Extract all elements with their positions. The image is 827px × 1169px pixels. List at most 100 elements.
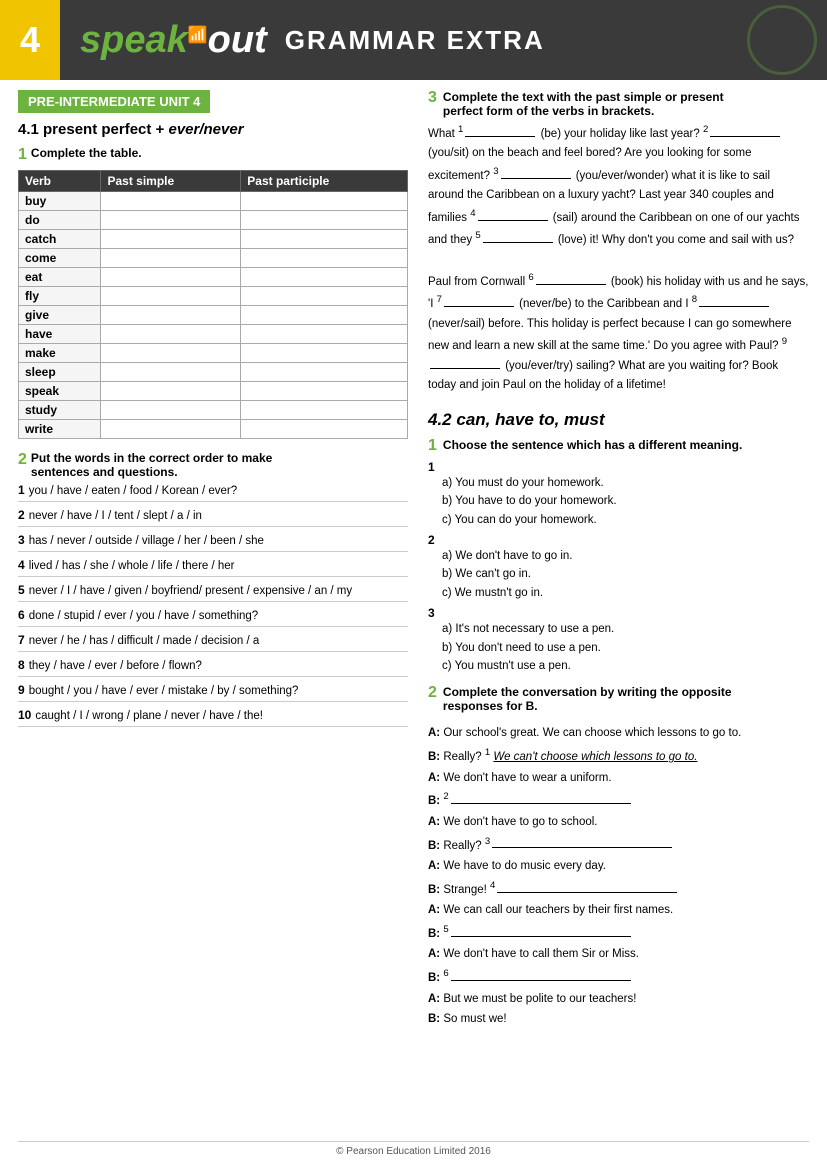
table-row: come bbox=[19, 249, 408, 268]
exercise-2-block: 2 Put the words in the correct order to … bbox=[18, 451, 408, 727]
speaker-a: A: bbox=[428, 816, 440, 828]
exercise-2-num: 2 bbox=[18, 451, 27, 469]
exercise-1-block: 1 Complete the table. Verb Past simple P… bbox=[18, 146, 408, 439]
conv-a-text: We don't have to call them Sir or Miss. bbox=[443, 948, 639, 960]
conversation-lines: A: Our school's great. We can choose whi… bbox=[428, 723, 809, 1030]
choice-option: b) We can't go in. bbox=[442, 565, 809, 583]
speaker-b: B: bbox=[428, 928, 440, 940]
exercise-3-block: 3 Complete the text with the past simple… bbox=[428, 90, 809, 396]
sentence-text: you / have / eaten / food / Korean / eve… bbox=[29, 485, 237, 497]
choice-option: c) We mustn't go in. bbox=[442, 584, 809, 602]
footer: © Pearson Education Limited 2016 bbox=[18, 1141, 809, 1157]
exercise-2-label: Put the words in the correct order to ma… bbox=[31, 451, 272, 479]
list-item: A: We don't have to wear a uniform. bbox=[428, 768, 809, 789]
table-row: give bbox=[19, 306, 408, 325]
speaker-a: A: bbox=[428, 772, 440, 784]
choose-intro: Choose the sentence which has a differen… bbox=[443, 438, 742, 452]
list-item: B: 6 bbox=[428, 965, 809, 989]
sentence-text: never / have / I / tent / slept / a / in bbox=[29, 510, 202, 522]
speaker-b: B: bbox=[428, 795, 440, 807]
table-row: fly bbox=[19, 287, 408, 306]
text-what: What 1 (be) your holiday like last year?… bbox=[428, 128, 799, 246]
sup-num: 1 bbox=[485, 747, 490, 758]
list-item: B: Really? 3 bbox=[428, 833, 809, 857]
conv-blank[interactable] bbox=[492, 847, 672, 848]
speaker-b: B: bbox=[428, 884, 440, 896]
sentence-num: 7 bbox=[18, 633, 25, 647]
list-item: B: 5 bbox=[428, 921, 809, 945]
conversation-exercise-header: 2 Complete the conversation by writing t… bbox=[428, 685, 809, 719]
exercise-1-label: Complete the table. bbox=[31, 146, 142, 160]
choice-option: c) You mustn't use a pen. bbox=[442, 657, 809, 675]
header-circle-decoration bbox=[747, 5, 817, 75]
conv-a-text: We don't have to wear a uniform. bbox=[443, 772, 611, 784]
list-item: B: Strange! 4 bbox=[428, 877, 809, 901]
col-past-simple: Past simple bbox=[101, 171, 241, 192]
speaker-b: B: bbox=[428, 751, 440, 763]
conv-blank[interactable] bbox=[451, 936, 631, 937]
choose-item-num: 1 bbox=[428, 460, 435, 474]
sentence-text: they / have / ever / before / flown? bbox=[29, 660, 202, 672]
sentence-num: 3 bbox=[18, 533, 25, 547]
section-4-2-heading: 4.2 can, have to, must bbox=[428, 410, 809, 430]
choose-ex-num: 1 bbox=[428, 438, 437, 454]
conv-blank[interactable] bbox=[497, 892, 677, 893]
sentence-text: bought / you / have / ever / mistake / b… bbox=[29, 685, 299, 697]
sup-num: 4 bbox=[490, 880, 495, 891]
sentence-text: never / he / has / difficult / made / de… bbox=[29, 635, 260, 647]
sentence-text: done / stupid / ever / you / have / some… bbox=[29, 610, 259, 622]
conv-a-text: But we must be polite to our teachers! bbox=[443, 993, 636, 1005]
choose-exercise: 1 Choose the sentence which has a differ… bbox=[428, 438, 809, 676]
table-row: buy bbox=[19, 192, 408, 211]
conv-a-text: Our school's great. We can choose which … bbox=[443, 727, 741, 739]
exercise-1-header: 1 Complete the table. bbox=[18, 146, 408, 164]
table-row: sleep bbox=[19, 363, 408, 382]
speaker-a: A: bbox=[428, 948, 440, 960]
speaker-a: A: bbox=[428, 727, 440, 739]
conv-blank[interactable] bbox=[451, 980, 631, 981]
conv-intro: Complete the conversation by writing the… bbox=[443, 685, 732, 713]
table-row: eat bbox=[19, 268, 408, 287]
right-column: 3 Complete the text with the past simple… bbox=[428, 90, 809, 1040]
list-item: 4lived / has / she / whole / life / ther… bbox=[18, 558, 408, 577]
choice-option: b) You don't need to use a pen. bbox=[442, 639, 809, 657]
list-item: A: We don't have to go to school. bbox=[428, 812, 809, 833]
exercise-3-num: 3 bbox=[428, 90, 437, 106]
conv-blank[interactable] bbox=[451, 803, 631, 804]
list-item: 3has / never / outside / village / her /… bbox=[18, 533, 408, 552]
conv-a-text: We don't have to go to school. bbox=[443, 816, 597, 828]
sentence-num: 2 bbox=[18, 508, 25, 522]
exercise-1-num: 1 bbox=[18, 146, 27, 164]
logo-area: speak📶out GRAMMAR EXTRA bbox=[60, 0, 827, 80]
table-row: do bbox=[19, 211, 408, 230]
list-item: 2 never / have / I / tent / slept / a / i… bbox=[18, 508, 408, 527]
text-paul: Paul from Cornwall 6 (book) his holiday … bbox=[428, 276, 808, 391]
left-column: PRE-INTERMEDIATE UNIT 4 4.1 present perf… bbox=[18, 90, 408, 1040]
sentence-num: 10 bbox=[18, 708, 31, 722]
sup-num: 6 bbox=[443, 968, 448, 979]
list-item: A: We have to do music every day. bbox=[428, 856, 809, 877]
conversation-exercise: 2 Complete the conversation by writing t… bbox=[428, 685, 809, 1030]
page-header: 4 speak📶out GRAMMAR EXTRA bbox=[0, 0, 827, 80]
list-item: 6done / stupid / ever / you / have / som… bbox=[18, 608, 408, 627]
choice-option: a) It's not necessary to use a pen. bbox=[442, 620, 809, 638]
list-item: A: We don't have to call them Sir or Mis… bbox=[428, 944, 809, 965]
exercise-2-header: 2 Put the words in the correct order to … bbox=[18, 451, 408, 479]
list-item: B: So must we! bbox=[428, 1009, 809, 1030]
sentence-text: caught / I / wrong / plane / never / hav… bbox=[35, 710, 263, 722]
table-row: catch bbox=[19, 230, 408, 249]
logo-speak: speak📶out bbox=[80, 19, 267, 62]
choice-option: b) You have to do your homework. bbox=[442, 492, 809, 510]
speaker-a: A: bbox=[428, 860, 440, 872]
list-item: 5never / I / have / given / boyfriend/ p… bbox=[18, 583, 408, 602]
section-4-1-heading: 4.1 present perfect + ever/never bbox=[18, 121, 408, 138]
speaker-b: B: bbox=[428, 972, 440, 984]
table-row: study bbox=[19, 401, 408, 420]
conv-a-text: We have to do music every day. bbox=[443, 860, 606, 872]
verb-table: Verb Past simple Past participle buydoca… bbox=[18, 170, 408, 439]
speaker-b: B: bbox=[428, 839, 440, 851]
sentence-num: 1 bbox=[18, 483, 25, 497]
choice-option: c) You can do your homework. bbox=[442, 511, 809, 529]
choose-item-num: 3 bbox=[428, 606, 435, 620]
exercise-3-header: 3 Complete the text with the past simple… bbox=[428, 90, 809, 118]
